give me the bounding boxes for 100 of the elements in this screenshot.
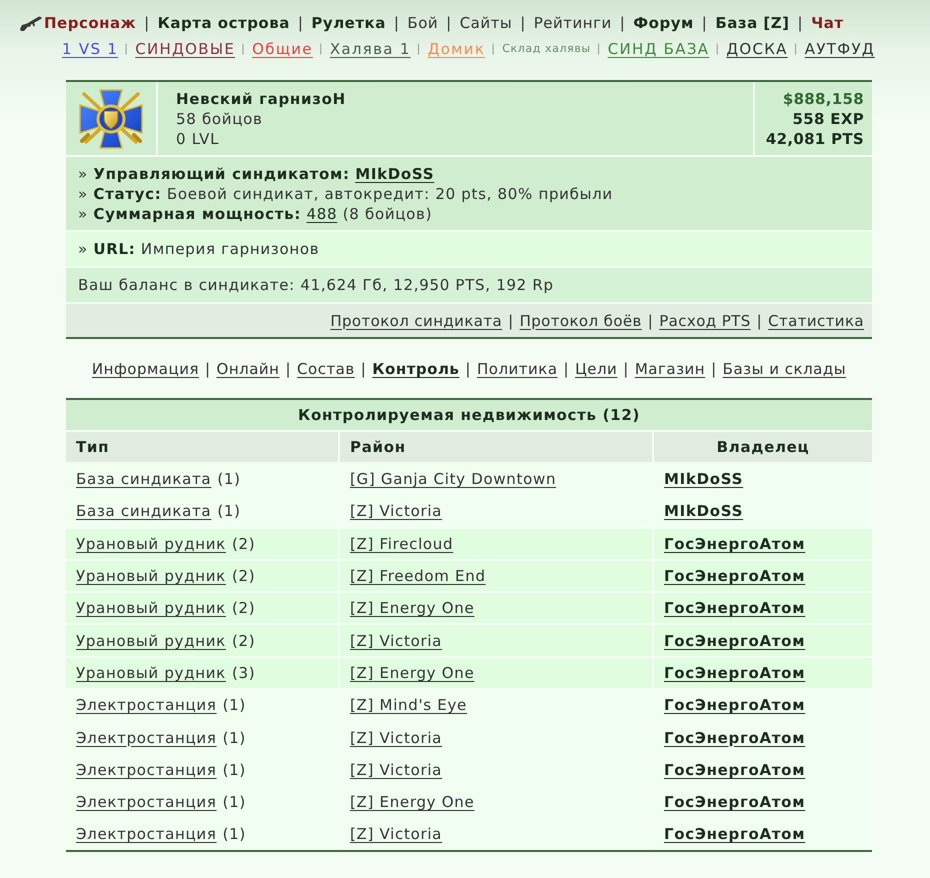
count-text: (3) [232, 664, 256, 682]
protocol-link[interactable]: Протокол боёв [520, 312, 642, 330]
section-tab[interactable]: Информация [92, 360, 199, 378]
count-text: (1) [222, 760, 246, 779]
type-link[interactable]: База синдиката [76, 502, 212, 520]
nav-separator: | [702, 13, 708, 33]
syndicate-name: Невский гарнизоН [176, 89, 347, 109]
type-link[interactable]: Электростанция [76, 825, 217, 844]
count-text: (1) [222, 696, 246, 714]
nav-separator: | [520, 13, 526, 33]
district-link[interactable]: [Z] Victoria [350, 502, 442, 520]
tab-separator: | [204, 360, 211, 378]
section-tab[interactable]: Политика [476, 360, 558, 378]
protocol-link[interactable]: Протокол синдиката [330, 312, 502, 330]
district-link[interactable]: [Z] Firecloud [350, 534, 454, 553]
district-link[interactable]: [Z] Mind's Eye [350, 696, 467, 714]
count-text: (2) [232, 534, 256, 553]
nav-link[interactable]: 1 VS 1 [62, 39, 118, 59]
nav-link[interactable]: Чат [811, 13, 844, 33]
nav-separator: | [794, 41, 799, 57]
owner-link[interactable]: ГосЭнергоАтом [664, 632, 806, 650]
district-link[interactable]: [Z] Energy One [350, 793, 474, 812]
section-tab[interactable]: Состав [297, 360, 355, 378]
nav-link[interactable]: ДОСКА [726, 39, 788, 59]
link-separator: | [508, 312, 514, 330]
count-text: (1) [222, 728, 246, 747]
nav-link[interactable]: СИНДОВЫЕ [135, 39, 236, 59]
district-link[interactable]: [Z] Energy One [350, 599, 474, 618]
district-link[interactable]: [Z] Victoria [350, 728, 442, 747]
type-link[interactable]: Электростанция [76, 696, 217, 714]
section-tab[interactable]: Онлайн [216, 360, 280, 378]
tab-separator: | [711, 360, 717, 378]
owner-link[interactable]: ГосЭнергоАтом [664, 534, 806, 553]
info-link[interactable]: MIkDoSS [355, 165, 434, 183]
owner-link[interactable]: ГосЭнергоАтом [664, 664, 806, 682]
tab-separator: | [360, 360, 366, 378]
type-link[interactable]: Электростанция [76, 728, 217, 747]
district-link[interactable]: [Z] Victoria [350, 760, 442, 779]
protocol-link[interactable]: Статистика [768, 312, 864, 330]
owner-link[interactable]: MIkDoSS [664, 470, 744, 488]
type-link[interactable]: Урановый рудник [76, 534, 226, 553]
count-text: (2) [232, 567, 256, 586]
count-text: (1) [217, 502, 241, 520]
type-link[interactable]: Электростанция [76, 793, 217, 812]
nav-separator: | [298, 13, 304, 33]
nav-link[interactable]: Рулетка [311, 13, 386, 33]
nav-separator: | [241, 41, 246, 57]
info-link[interactable]: 488 [306, 205, 338, 223]
owner-link[interactable]: ГосЭнергоАтом [664, 599, 806, 618]
nav-separator: | [491, 41, 496, 57]
info-line: » Статус: Боевой синдикат, автокредит: 20 pts, 80% прибыли [78, 184, 614, 204]
nav-separator: | [798, 13, 804, 33]
tab-separator: | [564, 360, 570, 378]
nav-separator: | [318, 41, 324, 57]
nav-link[interactable]: Бой [407, 13, 438, 33]
section-tab[interactable]: Контроль [372, 360, 460, 378]
district-link[interactable]: [Z] Victoria [350, 825, 442, 844]
nav-separator: | [596, 41, 602, 57]
nav-link[interactable]: Сайты [460, 13, 512, 33]
owner-link[interactable]: ГосЭнергоАтом [664, 696, 806, 714]
nav-separator: | [394, 13, 400, 33]
nav-link[interactable]: База [Z] [715, 13, 790, 33]
district-link[interactable]: [G] Ganja City Downtown [350, 470, 556, 488]
nav-separator: | [715, 41, 720, 57]
type-link[interactable]: Урановый рудник [76, 632, 226, 650]
owner-link[interactable]: ГосЭнергоАтом [664, 793, 806, 812]
column-header: Тип [76, 438, 110, 456]
protocol-link[interactable]: Расход PTS [659, 312, 751, 330]
info-line: » Суммарная мощность: 488 (8 бойцов) [78, 204, 434, 224]
nav-link[interactable]: Карта острова [158, 13, 290, 33]
nav-link[interactable]: Персонаж [44, 13, 136, 33]
cross-emblem-icon [78, 89, 144, 149]
rifle-icon [20, 16, 42, 30]
pts-amount: 42,081 PTS [766, 129, 864, 149]
nav-link[interactable]: СИНД БАЗА [608, 39, 710, 59]
type-link[interactable]: Электростанция [76, 760, 217, 779]
section-tab[interactable]: Цели [575, 360, 618, 378]
owner-link[interactable]: ГосЭнергоАтом [664, 728, 806, 747]
nav-separator: | [446, 13, 452, 33]
type-link[interactable]: Урановый рудник [76, 599, 226, 618]
type-link[interactable]: Урановый рудник [76, 567, 226, 586]
owner-link[interactable]: ГосЭнергоАтом [664, 760, 806, 779]
district-link[interactable]: [Z] Energy One [350, 664, 474, 682]
nav-separator: | [124, 41, 130, 57]
district-link[interactable]: [Z] Freedom End [350, 567, 486, 586]
nav-link[interactable]: Рейтинги [534, 13, 612, 33]
section-tab[interactable]: Магазин [634, 360, 706, 378]
money-amount: $888,158 [782, 89, 864, 109]
section-tab[interactable]: Базы и склады [722, 360, 846, 378]
owner-link[interactable]: ГосЭнергоАтом [664, 567, 806, 586]
type-link[interactable]: База синдиката [76, 470, 212, 488]
nav-link[interactable]: Халява 1 [330, 39, 411, 59]
owner-link[interactable]: MIkDoSS [664, 502, 744, 520]
district-link[interactable]: [Z] Victoria [350, 632, 442, 650]
nav-link[interactable]: АУТФУД [804, 39, 875, 59]
level-text: 0 LVL [176, 129, 220, 149]
nav-link[interactable]: Форум [633, 13, 694, 33]
type-link[interactable]: Урановый рудник [76, 664, 226, 682]
owner-link[interactable]: ГосЭнергоАтом [664, 825, 806, 844]
link-separator: | [648, 312, 654, 330]
